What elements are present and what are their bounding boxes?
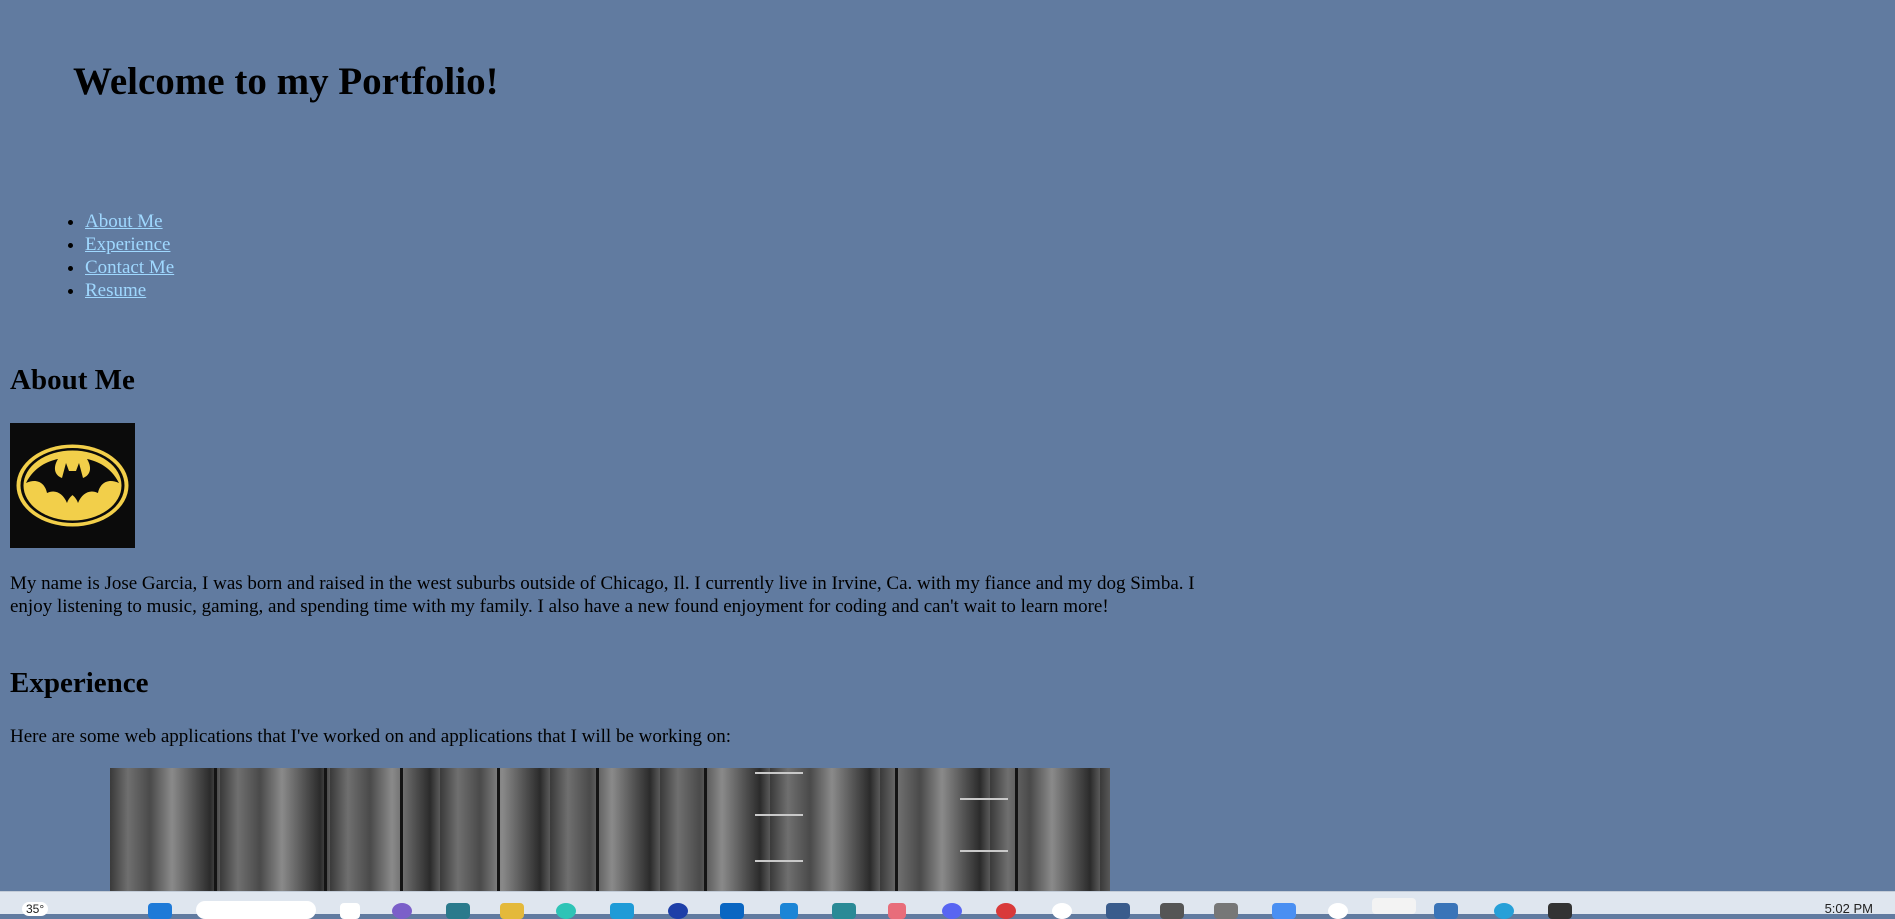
- windows-taskbar: 35° 5:02 PM: [0, 891, 1895, 919]
- app-icon[interactable]: [832, 903, 856, 919]
- app-icon[interactable]: [1272, 903, 1296, 919]
- plank-divider: [895, 768, 898, 891]
- plank-divider: [497, 768, 500, 891]
- plank-divider: [324, 768, 327, 891]
- plank-divider: [400, 768, 403, 891]
- app-icon[interactable]: [1052, 903, 1072, 919]
- app-icon[interactable]: [610, 903, 634, 919]
- app-icon[interactable]: [1214, 903, 1238, 919]
- file-explorer-icon[interactable]: [500, 903, 524, 919]
- nav-item-contact: Contact Me: [85, 256, 174, 279]
- experience-paragraph: Here are some web applications that I've…: [10, 726, 731, 747]
- app-icon[interactable]: [1106, 903, 1130, 919]
- guitar-fret: [960, 850, 1008, 852]
- app-icon[interactable]: [780, 903, 798, 919]
- plank-divider: [596, 768, 599, 891]
- app-icon[interactable]: [1160, 903, 1184, 919]
- windows-start-icon[interactable]: [148, 903, 172, 919]
- experience-heading: Experience: [10, 667, 149, 699]
- guitar-fret: [755, 860, 803, 862]
- app-icon[interactable]: [1328, 903, 1348, 919]
- nav-link-contact-me[interactable]: Contact Me: [85, 257, 174, 278]
- app-icon[interactable]: [668, 903, 688, 919]
- guitar-fret: [755, 772, 803, 774]
- taskbar-search-box[interactable]: [196, 901, 316, 919]
- app-icon[interactable]: [888, 903, 906, 919]
- plank-divider: [704, 768, 707, 891]
- linkedin-icon[interactable]: [720, 903, 744, 919]
- file-icon[interactable]: [340, 903, 360, 919]
- guitar-wood-image: [110, 768, 1110, 891]
- guitar-fret: [960, 798, 1008, 800]
- app-icon[interactable]: [1548, 903, 1572, 919]
- discord-icon[interactable]: [942, 903, 962, 919]
- nav-link-about-me[interactable]: About Me: [85, 211, 163, 232]
- app-icon[interactable]: [996, 903, 1016, 919]
- nav-link-experience[interactable]: Experience: [85, 234, 170, 255]
- main-nav: About Me Experience Contact Me Resume: [48, 210, 174, 302]
- about-paragraph: My name is Jose Garcia, I was born and r…: [10, 573, 1195, 617]
- app-icon[interactable]: [556, 903, 576, 919]
- nav-link-resume[interactable]: Resume: [85, 280, 146, 301]
- plank-divider: [1015, 768, 1018, 891]
- batman-logo-icon: [16, 444, 129, 527]
- plank-divider: [214, 768, 217, 891]
- guitar-fret: [755, 814, 803, 816]
- weather-widget[interactable]: 35°: [22, 902, 49, 916]
- app-icon[interactable]: [1494, 903, 1514, 919]
- batman-logo-image: [10, 423, 135, 548]
- about-heading: About Me: [10, 364, 135, 396]
- nav-item-experience: Experience: [85, 233, 174, 256]
- app-icon[interactable]: [1434, 903, 1458, 919]
- app-icon[interactable]: [446, 903, 470, 919]
- nav-item-about: About Me: [85, 210, 174, 233]
- active-app-icon[interactable]: [1372, 898, 1416, 914]
- nav-item-resume: Resume: [85, 279, 174, 302]
- page-title: Welcome to my Portfolio!: [73, 60, 499, 103]
- taskbar-clock[interactable]: 5:02 PM: [1825, 901, 1873, 916]
- app-icon[interactable]: [392, 903, 412, 919]
